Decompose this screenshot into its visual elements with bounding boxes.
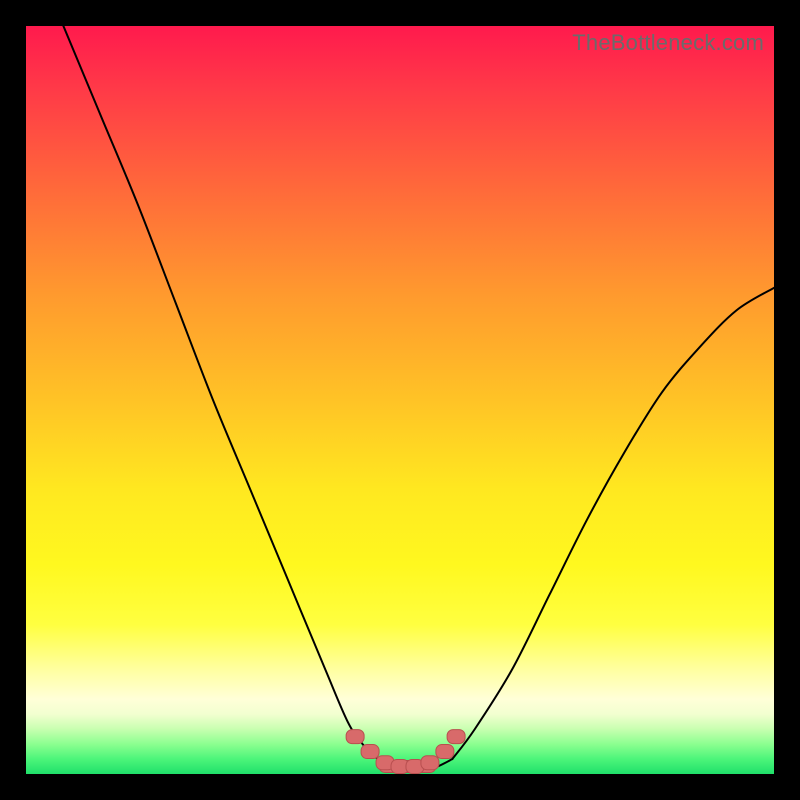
marker-point (436, 745, 454, 759)
highlight-markers (346, 730, 465, 774)
marker-point (447, 730, 465, 744)
marker-point (346, 730, 364, 744)
chart-svg (26, 26, 774, 774)
left-curve (63, 26, 377, 759)
right-curve (452, 288, 774, 759)
marker-point (421, 756, 439, 770)
plot-area: TheBottleneck.com (26, 26, 774, 774)
marker-point (361, 745, 379, 759)
outer-frame: TheBottleneck.com (0, 0, 800, 800)
